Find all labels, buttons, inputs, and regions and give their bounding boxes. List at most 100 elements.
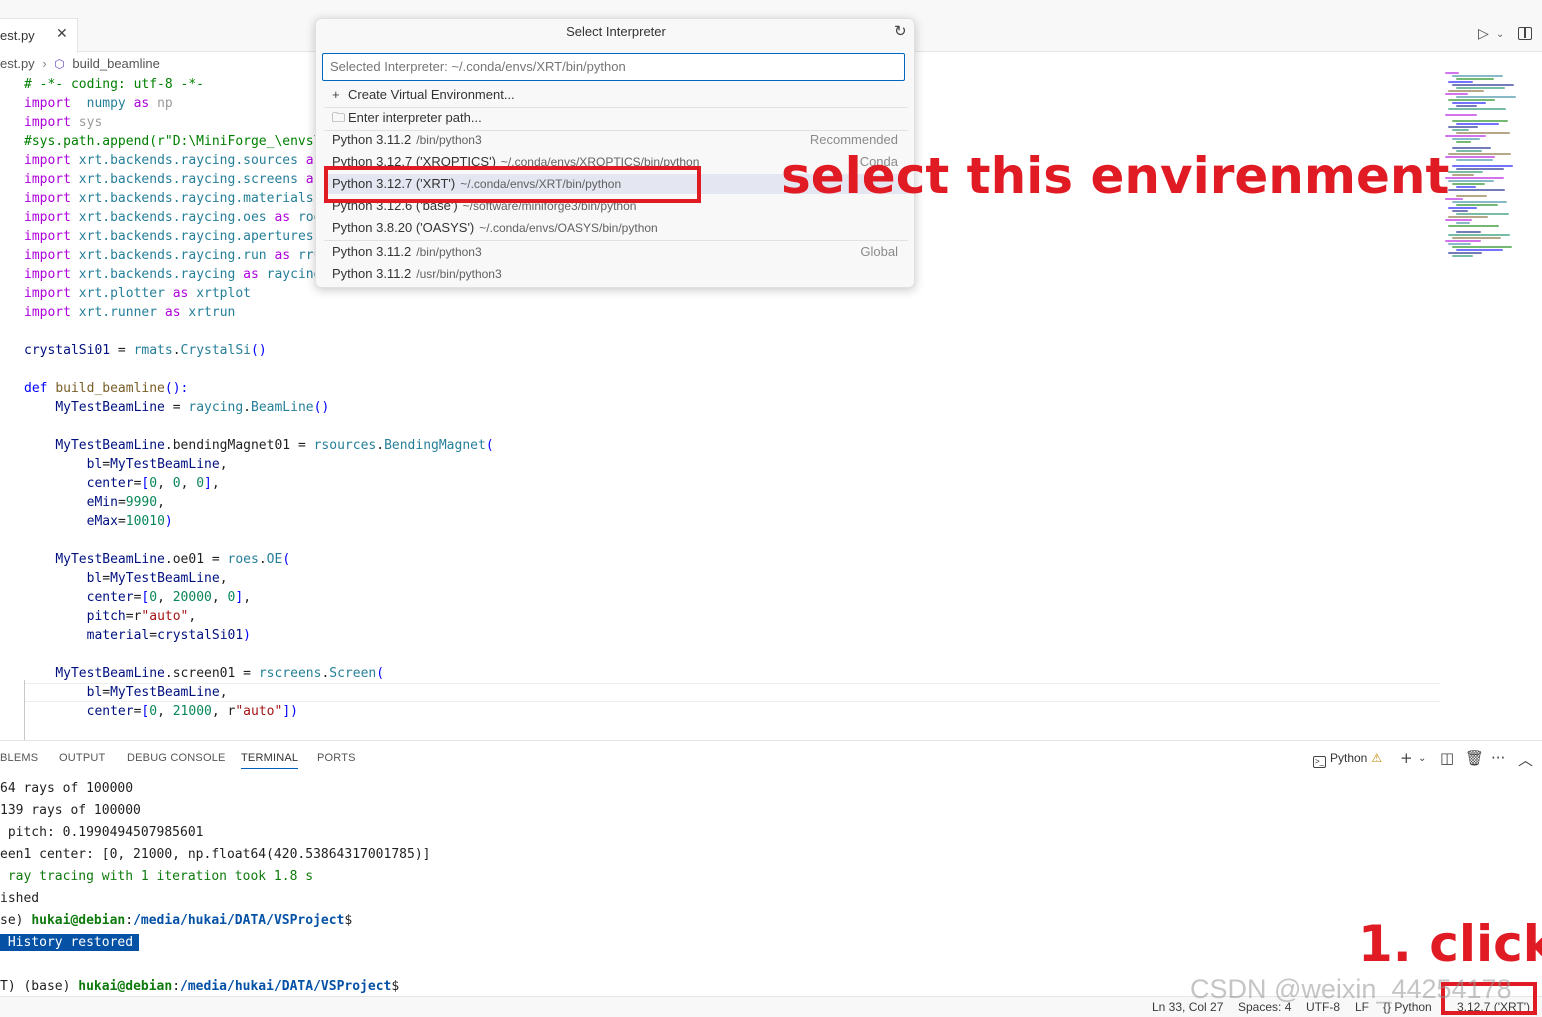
interpreter-option[interactable]: Python 3.11.2/usr/bin/python3 bbox=[324, 264, 908, 284]
terminal-line: History restored bbox=[0, 933, 140, 953]
tab-debug-console[interactable]: DEBUG CONSOLE bbox=[127, 752, 226, 764]
code-token: xrt.runner bbox=[78, 305, 158, 320]
bottom-panel: BLEMS OUTPUT DEBUG CONSOLE TERMINAL PORT… bbox=[0, 740, 1542, 996]
code-token: 21000 bbox=[172, 704, 212, 719]
tab-problems[interactable]: BLEMS bbox=[0, 752, 38, 764]
minimap[interactable] bbox=[1445, 72, 1525, 262]
interpreter-search-input[interactable]: Selected Interpreter: ~/.conda/envs/XRT/… bbox=[322, 53, 905, 81]
minimap-line bbox=[1456, 105, 1477, 107]
minimap-line bbox=[1445, 135, 1486, 137]
minimap-line bbox=[1448, 207, 1477, 209]
more-icon[interactable]: ··· bbox=[1491, 749, 1505, 767]
terminal-python-selector[interactable]: >_ Python ⚠ bbox=[1313, 751, 1382, 768]
code-token: roes bbox=[227, 552, 259, 567]
chevron-down-icon[interactable]: ⌄ bbox=[1418, 753, 1426, 764]
breadcrumb-symbol[interactable]: build_beamline bbox=[72, 56, 159, 71]
minimap-line bbox=[1448, 90, 1484, 92]
run-icon[interactable]: ▷ bbox=[1478, 26, 1489, 42]
code-token: ]) bbox=[282, 704, 298, 719]
split-terminal-icon[interactable]: ◫ bbox=[1440, 749, 1454, 767]
code-line: bl=MyTestBeamLine, bbox=[24, 455, 228, 474]
breadcrumb: est.py › ⬡ build_beamline bbox=[0, 55, 160, 73]
minimap-line bbox=[1456, 213, 1509, 215]
code-token: ( bbox=[376, 666, 385, 681]
minimap-line bbox=[1456, 87, 1505, 89]
code-token: import bbox=[24, 96, 71, 111]
refresh-icon[interactable]: ↻ bbox=[894, 22, 907, 40]
code-token: import bbox=[24, 286, 71, 301]
minimap-line bbox=[1456, 78, 1494, 80]
close-icon[interactable]: ✕ bbox=[56, 26, 68, 42]
code-token: . bbox=[258, 552, 267, 567]
new-terminal-icon[interactable]: + bbox=[1400, 749, 1413, 767]
code-token: xrt.backends.raycing.run bbox=[78, 248, 267, 263]
code-token: MyTestBeamLine bbox=[55, 666, 165, 681]
code-token: material bbox=[86, 628, 150, 643]
tab-output[interactable]: OUTPUT bbox=[59, 752, 105, 764]
minimap-line bbox=[1452, 129, 1469, 131]
minimap-line bbox=[1456, 159, 1493, 161]
minimap-line bbox=[1456, 195, 1487, 197]
chevron-up-icon[interactable]: ︿ bbox=[1518, 749, 1533, 770]
code-line: import sys bbox=[24, 113, 102, 132]
code-token: MyTestBeamLine bbox=[110, 685, 220, 700]
create-venv-action[interactable]: + Create Virtual Environment... bbox=[324, 85, 908, 105]
breadcrumb-file[interactable]: est.py bbox=[0, 56, 35, 71]
code-line: def build_beamline(): bbox=[24, 379, 188, 398]
minimap-line bbox=[1448, 243, 1471, 245]
code-token: xrt.backends.raycing.screens bbox=[78, 172, 298, 187]
minimap-line bbox=[1448, 99, 1495, 101]
prompt-path: /media/hukai/DATA/VSProject bbox=[180, 979, 392, 994]
prompt-user: hukai@debian bbox=[78, 979, 173, 994]
tab-ports[interactable]: PORTS bbox=[317, 752, 356, 764]
terminal-line: 64 rays of 100000 bbox=[0, 781, 134, 796]
split-editor-icon[interactable] bbox=[1518, 27, 1532, 40]
code-token: BeamLine bbox=[251, 400, 314, 415]
code-token: 0 bbox=[196, 476, 205, 491]
code-token: Screen bbox=[329, 666, 377, 681]
code-token: rscreens bbox=[258, 666, 322, 681]
terminal-line: 139 rays of 100000 bbox=[0, 803, 141, 818]
code-line: import numpy as np bbox=[24, 94, 173, 113]
code-token: .oe01 = bbox=[164, 552, 228, 567]
tab-label: est.py bbox=[0, 28, 35, 43]
interpreter-option[interactable]: Python 3.11.2/bin/python3 Global bbox=[324, 242, 908, 262]
code-token: ( bbox=[282, 552, 291, 567]
code-token: , bbox=[157, 704, 173, 719]
interpreter-name: Python 3.8.20 ('OASYS') bbox=[332, 220, 475, 235]
interpreter-option[interactable]: Python 3.8.20 ('OASYS') ~/.conda/envs/OAS… bbox=[324, 218, 908, 238]
enter-path-action[interactable]: 🗀 Enter interpreter path... bbox=[324, 108, 908, 128]
code-token: , bbox=[243, 590, 252, 605]
trash-icon[interactable]: 🗑 bbox=[1465, 749, 1484, 767]
code-token: xrt.plotter bbox=[78, 286, 165, 301]
code-token: ] bbox=[204, 476, 212, 491]
code-token: import bbox=[24, 172, 71, 187]
code-token: bl bbox=[86, 685, 103, 700]
chevron-down-icon[interactable]: ⌄ bbox=[1496, 29, 1504, 40]
watermark: CSDN @weixin_44254178 bbox=[1190, 974, 1512, 1004]
minimap-line bbox=[1448, 153, 1511, 155]
minimap-line bbox=[1452, 210, 1468, 212]
minimap-line bbox=[1456, 249, 1503, 251]
interpreter-path: ~/.conda/envs/OASYS/bin/python bbox=[479, 221, 658, 235]
code-token: bl bbox=[86, 457, 103, 472]
minimap-line bbox=[1445, 219, 1472, 221]
code-token: rsources bbox=[313, 438, 377, 453]
code-line: bl=MyTestBeamLine, bbox=[24, 683, 228, 702]
tab-test-py[interactable]: est.py ✕ bbox=[0, 18, 78, 53]
terminal-prompt: se) hukai@debian:/media/hukai/DATA/VSPro… bbox=[0, 913, 353, 928]
tab-terminal[interactable]: TERMINAL bbox=[241, 752, 299, 769]
